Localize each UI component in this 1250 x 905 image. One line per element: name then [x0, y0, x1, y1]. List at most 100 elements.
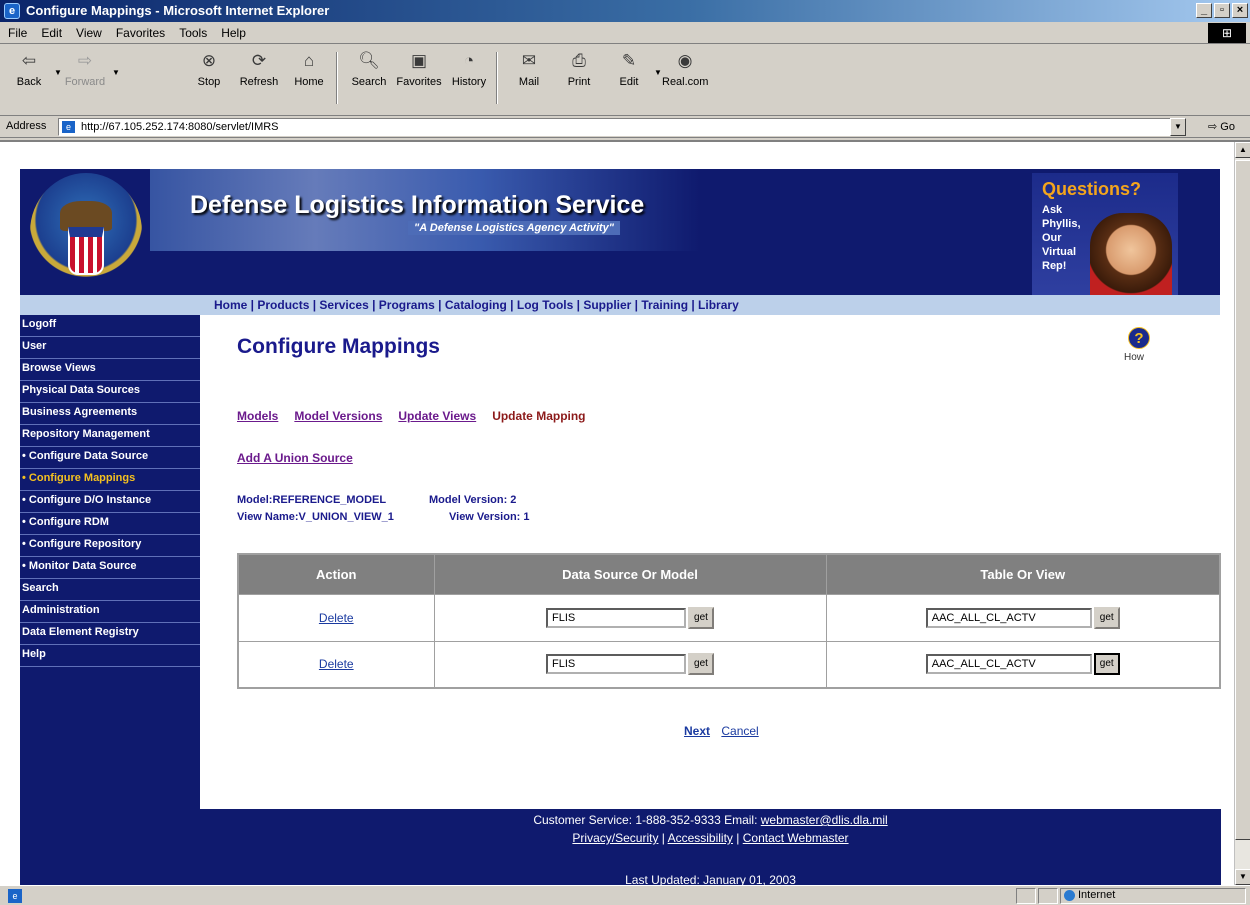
- get-table-button[interactable]: get: [1093, 653, 1120, 676]
- address-url: http://67.105.252.174:8080/servlet/IMRS: [81, 121, 279, 133]
- mail-button[interactable]: ✉ Mail: [506, 50, 552, 88]
- sidebar-item-browse-views[interactable]: Browse Views: [20, 359, 200, 381]
- sidebar-item-help[interactable]: Help: [20, 645, 200, 667]
- search-button[interactable]: 🔍︎ Search: [346, 50, 392, 88]
- window-title: Configure Mappings - Microsoft Internet …: [26, 3, 330, 18]
- stop-button[interactable]: ⊗ Stop: [186, 50, 232, 88]
- delete-link[interactable]: Delete: [319, 611, 354, 625]
- model-info: Model:REFERENCE_MODEL Model Version: 2 Vi…: [237, 492, 530, 526]
- questions-phyllis-widget[interactable]: Questions? Ask Phyllis, Our Virtual Rep!: [1032, 173, 1178, 295]
- sidebar-item-logoff[interactable]: Logoff: [20, 315, 200, 337]
- tab-model-versions[interactable]: Model Versions: [294, 409, 382, 423]
- forward-dropdown-icon[interactable]: ▼: [112, 68, 120, 77]
- status-cell: [1016, 888, 1036, 904]
- close-button[interactable]: ×: [1232, 3, 1248, 18]
- edit-button[interactable]: ✎ Edit: [606, 50, 652, 88]
- sidebar-item-business-agreements[interactable]: Business Agreements: [20, 403, 200, 425]
- scroll-thumb[interactable]: [1235, 160, 1250, 840]
- sidebar: Logoff User Browse Views Physical Data S…: [20, 315, 200, 885]
- vertical-scrollbar[interactable]: ▲ ▼: [1234, 142, 1250, 885]
- back-dropdown-icon[interactable]: ▼: [54, 68, 62, 77]
- refresh-button[interactable]: ⟳ Refresh: [236, 50, 282, 88]
- customer-service-line: Customer Service: 1-888-352-9333 Email: …: [200, 813, 1221, 827]
- forward-button[interactable]: ⇨ Forward: [62, 50, 108, 88]
- real-button[interactable]: ◉ Real.com: [662, 50, 708, 88]
- footer-links: Privacy/Security | Accessibility | Conta…: [572, 831, 849, 845]
- webmaster-email-link[interactable]: webmaster@dlis.dla.mil: [761, 813, 888, 827]
- get-source-button[interactable]: get: [688, 606, 714, 629]
- refresh-icon: ⟳: [251, 51, 267, 70]
- help-label[interactable]: How: [1124, 352, 1144, 363]
- maximize-button[interactable]: ▫: [1214, 3, 1230, 18]
- next-link[interactable]: Next: [684, 724, 710, 738]
- table-cell: AAC_ALL_CL_ACTV get: [825, 640, 1221, 689]
- status-cell: [1038, 888, 1058, 904]
- add-union-source-link[interactable]: Add A Union Source: [237, 451, 353, 465]
- tab-update-mapping: Update Mapping: [492, 409, 586, 423]
- history-button[interactable]: ◔ History: [446, 50, 492, 88]
- menu-favorites[interactable]: Favorites: [116, 26, 165, 40]
- scroll-up-icon[interactable]: ▲: [1235, 142, 1250, 158]
- table-row: Delete FLIS get AAC_ALL_CL_ACTV get: [237, 593, 1221, 642]
- sidebar-item-user[interactable]: User: [20, 337, 200, 359]
- contact-webmaster-link[interactable]: Contact Webmaster: [743, 831, 849, 845]
- accessibility-link[interactable]: Accessibility: [668, 831, 733, 845]
- table-or-view-input[interactable]: AAC_ALL_CL_ACTV: [925, 654, 1092, 675]
- delete-link[interactable]: Delete: [319, 657, 354, 671]
- model-name: Model:REFERENCE_MODEL: [237, 494, 387, 506]
- menu-view[interactable]: View: [76, 26, 102, 40]
- customer-service-text: Customer Service: 1-888-352-9333 Email:: [533, 813, 761, 827]
- go-button[interactable]: ⇨ Go: [1208, 120, 1235, 133]
- menu-tools[interactable]: Tools: [179, 26, 207, 40]
- sidebar-item-configure-repository[interactable]: • Configure Repository: [20, 535, 200, 557]
- sidebar-item-physical-data-sources[interactable]: Physical Data Sources: [20, 381, 200, 403]
- page-footer: Customer Service: 1-888-352-9333 Email: …: [200, 809, 1221, 885]
- tab-models[interactable]: Models: [237, 409, 278, 423]
- status-zone: Internet: [1078, 889, 1116, 901]
- help-question-icon[interactable]: ?: [1128, 327, 1150, 349]
- minimize-button[interactable]: _: [1196, 3, 1212, 18]
- view-version: View Version: 1: [449, 511, 530, 523]
- table-row: Delete FLIS get AAC_ALL_CL_ACTV get: [237, 640, 1221, 689]
- address-bar: Address e http://67.105.252.174:8080/ser…: [0, 116, 1250, 138]
- cancel-link[interactable]: Cancel: [721, 724, 758, 738]
- get-source-button[interactable]: get: [688, 653, 714, 676]
- page-title: Configure Mappings: [237, 335, 440, 358]
- sidebar-item-data-element-registry[interactable]: Data Element Registry: [20, 623, 200, 645]
- header-data-source: Data Source Or Model: [433, 553, 827, 595]
- table-cell: AAC_ALL_CL_ACTV get: [825, 593, 1221, 642]
- sidebar-item-configure-do-instance[interactable]: • Configure D/O Instance: [20, 491, 200, 513]
- favorites-button[interactable]: ▣ Favorites: [396, 50, 442, 88]
- window-title-bar[interactable]: e Configure Mappings - Microsoft Interne…: [0, 0, 1250, 22]
- print-button[interactable]: ⎙ Print: [556, 50, 602, 88]
- sidebar-item-configure-rdm[interactable]: • Configure RDM: [20, 513, 200, 535]
- address-dropdown-icon[interactable]: ▼: [1170, 118, 1186, 136]
- table-or-view-input[interactable]: AAC_ALL_CL_ACTV: [925, 607, 1092, 628]
- history-icon: ◔: [463, 51, 475, 70]
- view-name: View Name:V_UNION_VIEW_1: [237, 511, 394, 523]
- address-input[interactable]: e http://67.105.252.174:8080/servlet/IMR…: [58, 118, 1186, 136]
- table-header-row: Action Data Source Or Model Table Or Vie…: [237, 553, 1221, 595]
- sidebar-item-monitor-data-source[interactable]: • Monitor Data Source: [20, 557, 200, 579]
- home-button[interactable]: ⌂ Home: [286, 50, 332, 88]
- scroll-down-icon[interactable]: ▼: [1235, 869, 1250, 885]
- sidebar-item-repository-management[interactable]: Repository Management: [20, 425, 200, 447]
- top-nav-links[interactable]: Home | Products | Services | Programs | …: [214, 298, 739, 312]
- sidebar-item-search[interactable]: Search: [20, 579, 200, 601]
- menu-edit[interactable]: Edit: [41, 26, 62, 40]
- edit-icon: ✎: [621, 51, 637, 70]
- menu-file[interactable]: File: [8, 26, 27, 40]
- tab-update-views[interactable]: Update Views: [398, 409, 476, 423]
- get-table-button[interactable]: get: [1093, 606, 1120, 629]
- privacy-security-link[interactable]: Privacy/Security: [572, 831, 658, 845]
- edit-dropdown-icon[interactable]: ▼: [654, 68, 662, 77]
- form-actions: Next Cancel: [684, 724, 759, 738]
- menu-help[interactable]: Help: [221, 26, 246, 40]
- back-button[interactable]: ⇦ Back: [6, 50, 52, 88]
- data-source-input[interactable]: FLIS: [546, 654, 686, 675]
- sidebar-item-administration[interactable]: Administration: [20, 601, 200, 623]
- data-source-input[interactable]: FLIS: [546, 607, 686, 628]
- sidebar-item-configure-mappings[interactable]: • Configure Mappings: [20, 469, 200, 491]
- sidebar-item-configure-data-source[interactable]: • Configure Data Source: [20, 447, 200, 469]
- status-bar: e Internet: [0, 885, 1250, 905]
